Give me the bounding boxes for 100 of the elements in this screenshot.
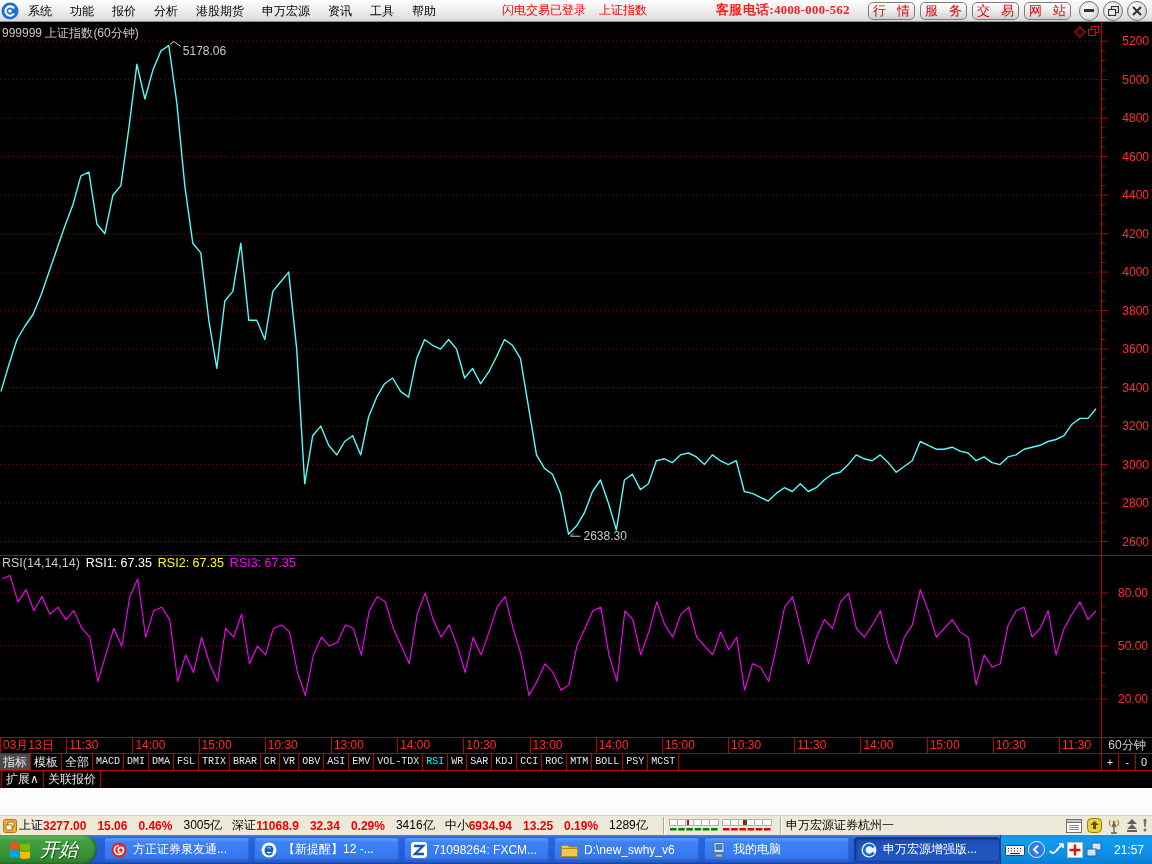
indicator-tab[interactable]: MCST: [648, 754, 680, 770]
axis-label: 5000: [1122, 72, 1149, 87]
window-restore-icon[interactable]: [1088, 26, 1099, 36]
indicator-tab[interactable]: BRAR: [230, 754, 262, 770]
flag-icon: [9, 839, 31, 860]
annotation: 5178.06: [182, 44, 227, 59]
axis-label: 3600: [1122, 342, 1149, 357]
indicator-tab[interactable]: DMA: [149, 754, 175, 770]
axis-label: 3800: [1122, 303, 1149, 318]
index-turnover: 3005亿: [183, 817, 223, 834]
folder-icon: [561, 842, 578, 857]
antenna-icon[interactable]: [1107, 817, 1121, 834]
indicator-tab[interactable]: OBV: [299, 754, 325, 770]
z-tile-icon: [411, 841, 427, 858]
menu-item[interactable]: 港股期货: [187, 1, 253, 20]
menu-item[interactable]: 功能: [61, 1, 103, 20]
quick-link-button[interactable]: 行 情: [868, 1, 915, 20]
menu-item[interactable]: 资讯: [319, 1, 361, 20]
indicator-title: RSI(14,14,14): [2, 556, 80, 571]
axis-label: 20.00: [1117, 692, 1148, 707]
start-button[interactable]: 开始: [0, 835, 97, 864]
indicator-tab[interactable]: FSL: [174, 754, 200, 770]
axis-label: 4800: [1122, 111, 1149, 126]
index-name: 上证: [19, 817, 43, 834]
menu-item[interactable]: 系统: [19, 1, 61, 20]
minimize-icon: [1084, 9, 1094, 12]
index-value: 3277.00: [43, 818, 87, 833]
index-turnover: 1289亿: [609, 817, 648, 834]
market-gauge-icon: [721, 818, 772, 833]
index-name: 深证: [232, 817, 257, 834]
task-button[interactable]: 71098264: FXCM...: [404, 837, 550, 862]
indicator-tab[interactable]: 全部: [62, 754, 93, 770]
network-computers-icon[interactable]: [1086, 841, 1102, 858]
window-tile-icon[interactable]: [3, 818, 17, 833]
menu-item[interactable]: 报价: [103, 1, 145, 20]
index-percent: 0.19%: [564, 818, 599, 833]
task-button[interactable]: 方正证券泉友通...: [104, 837, 250, 862]
price-callout: 2638.30: [570, 529, 627, 544]
axis-label: 3400: [1122, 380, 1149, 395]
menu-item[interactable]: 申万宏源: [253, 1, 319, 20]
quick-link-button[interactable]: 交 易: [972, 1, 1019, 20]
minimize-button[interactable]: [1079, 0, 1099, 21]
legend-label: RSI3: 67.35: [229, 556, 296, 571]
annotation: 2638.30: [583, 529, 628, 544]
index-value: 6934.94: [468, 818, 513, 833]
legend-label: RSI2: 67.35: [157, 556, 224, 571]
stacked-arrows-icon[interactable]: [1126, 818, 1138, 833]
axis-label: 4200: [1122, 226, 1149, 241]
swirl-icon: [111, 841, 127, 858]
index-value: 11068.9: [256, 818, 299, 833]
restore-button[interactable]: [1103, 0, 1123, 21]
indicator-tab[interactable]: VR: [280, 754, 300, 770]
e-icon: [261, 841, 277, 858]
close-button[interactable]: [1127, 0, 1147, 21]
quick-link-button[interactable]: 服 务: [920, 1, 967, 20]
restore-icon: [1107, 5, 1119, 16]
status-note: 闪电交易已登录: [502, 2, 586, 19]
market-gauge-icon: [668, 818, 719, 833]
task-button[interactable]: D:\new_swhy_v6: [554, 837, 700, 862]
indicator-tab[interactable]: CR: [261, 754, 281, 770]
chevron-left-icon[interactable]: [1028, 841, 1045, 858]
axis-label: 5200: [1122, 34, 1149, 49]
axis-label: 4600: [1122, 149, 1149, 164]
indicator-tab[interactable]: 模板: [31, 754, 62, 770]
indicator-tab[interactable]: MACD: [93, 754, 124, 770]
axis-label: 80.00: [1117, 586, 1148, 601]
index-name: 中小: [444, 817, 469, 834]
menu-item[interactable]: 分析: [145, 1, 187, 20]
plus-tile-icon[interactable]: [1067, 841, 1083, 858]
axis-label: 4000: [1122, 265, 1149, 280]
diamond-icon[interactable]: [1074, 26, 1086, 38]
index-change: 15.06: [97, 818, 128, 833]
indicator-tab[interactable]: DMI: [124, 754, 150, 770]
indicator-tab[interactable]: MTM: [567, 754, 593, 770]
menu-item[interactable]: 工具: [361, 1, 403, 20]
hotline-text: 客服电话:4008-000-562: [716, 2, 851, 19]
index-percent: 0.46%: [138, 818, 173, 833]
axis-label: 3000: [1122, 457, 1149, 472]
axis-label: 50.00: [1117, 639, 1148, 654]
server-name: 申万宏源证券杭州一: [785, 817, 894, 834]
keyboard-icon[interactable]: [1005, 843, 1025, 856]
quick-link-button[interactable]: 网 站: [1024, 1, 1071, 20]
index-percent: 0.29%: [350, 818, 385, 833]
exclamation-icon[interactable]: [1143, 819, 1147, 832]
clock: 21:57: [1114, 842, 1145, 857]
task-button[interactable]: 【新提醒】12 -...: [254, 837, 400, 862]
indicator-tab[interactable]: 指标: [0, 754, 31, 770]
indicator-tab[interactable]: TRIX: [199, 754, 231, 770]
open-ring-icon: [861, 841, 877, 858]
notepad-icon[interactable]: [1066, 818, 1082, 833]
indicator-tab[interactable]: ASI: [324, 754, 350, 770]
indicator-tab[interactable]: CCI: [517, 754, 543, 770]
status-note: 上证指数: [599, 2, 647, 19]
task-button[interactable]: 申万宏源增强版...: [854, 837, 1000, 862]
indicator-tab[interactable]: WR: [448, 754, 468, 770]
task-button[interactable]: 我的电脑: [704, 837, 850, 862]
menu-item[interactable]: 帮助: [403, 1, 445, 20]
indicator-tab[interactable]: SAR: [467, 754, 493, 770]
indicator-tab[interactable]: VOL-TDX: [374, 754, 424, 770]
axis-label: 2800: [1122, 496, 1149, 511]
